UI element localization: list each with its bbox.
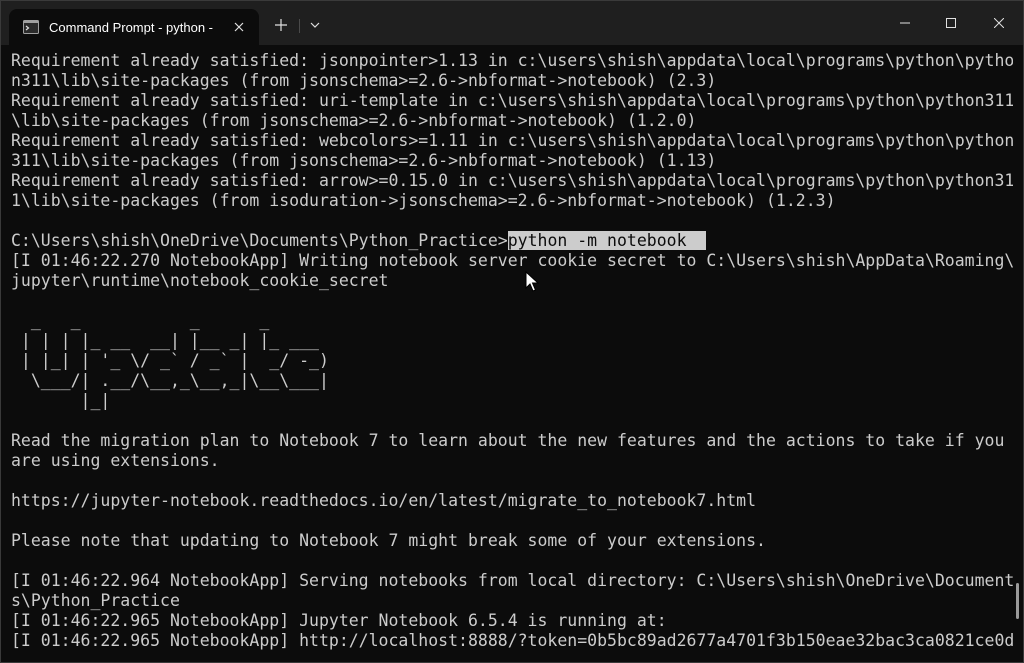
output-line: 1\lib\site-packages (from isoduration->j… <box>11 191 836 210</box>
output-line: Requirement already satisfied: uri-templ… <box>11 91 1013 110</box>
prompt-path: C:\Users\shish\OneDrive\Documents\Python… <box>11 231 508 250</box>
output-line: Read the migration plan to Notebook 7 to… <box>11 431 1005 450</box>
tab-command-prompt[interactable]: Command Prompt - python - <box>9 9 259 45</box>
output-line: Requirement already satisfied: arrow>=0.… <box>11 171 1013 190</box>
close-icon[interactable] <box>976 1 1022 45</box>
tab-separator <box>299 19 300 33</box>
migration-url[interactable]: https://jupyter-notebook.readthedocs.io/… <box>11 491 756 511</box>
terminal-window: Command Prompt - python - Requirement al… <box>0 0 1024 663</box>
ascii-art-line: _ _ _ _ <box>11 311 270 330</box>
ascii-art-line: | |_| | '_ \/ _` / _` | _/ -_) <box>11 351 329 370</box>
output-line: Requirement already satisfied: jsonpoint… <box>11 51 1013 70</box>
output-line: s\Python_Practice <box>11 591 180 610</box>
maximize-icon[interactable] <box>928 1 974 45</box>
output-line: [I 01:46:22.965 NotebookApp] Jupyter Not… <box>11 611 667 630</box>
output-line: [I 01:46:22.270 NotebookApp] Writing not… <box>11 251 1013 270</box>
output-line: are using extensions. <box>11 451 220 470</box>
close-icon[interactable] <box>231 19 247 35</box>
minimize-icon[interactable] <box>882 1 928 45</box>
terminal-output[interactable]: Requirement already satisfied: jsonpoint… <box>1 45 1013 662</box>
chevron-down-icon[interactable] <box>305 15 325 35</box>
selected-command: python -m notebook <box>507 231 707 250</box>
ascii-art-line: |_| <box>11 391 111 410</box>
prompt-line: C:\Users\shish\OneDrive\Documents\Python… <box>11 231 707 251</box>
scrollbar-thumb[interactable] <box>1016 583 1019 619</box>
output-line: Please note that updating to Notebook 7 … <box>11 531 766 550</box>
title-bar: Command Prompt - python - <box>1 1 1023 45</box>
output-line: 311\lib\site-packages (from jsonschema>=… <box>11 151 717 170</box>
output-line: [I 01:46:22.964 NotebookApp] Serving not… <box>11 571 1013 590</box>
tab-title: Command Prompt - python - <box>49 19 214 35</box>
terminal-icon <box>23 19 39 35</box>
output-line: \lib\site-packages (from jsonschema>=2.6… <box>11 111 697 130</box>
ascii-art-line: | | | |_ __ __| |__ _| |_ ___ <box>11 331 319 350</box>
plus-icon[interactable] <box>271 15 291 35</box>
output-line: jupyter\runtime\notebook_cookie_secret <box>11 271 389 290</box>
output-line: n311\lib\site-packages (from jsonschema>… <box>11 71 717 90</box>
ascii-art-line: \___/| .__/\__,_\__,_|\__\___| <box>11 371 329 390</box>
mouse-pointer-icon <box>525 270 541 293</box>
output-line: Requirement already satisfied: webcolors… <box>11 131 1013 150</box>
server-url-line[interactable]: [I 01:46:22.965 NotebookApp] http://loca… <box>11 631 1013 651</box>
